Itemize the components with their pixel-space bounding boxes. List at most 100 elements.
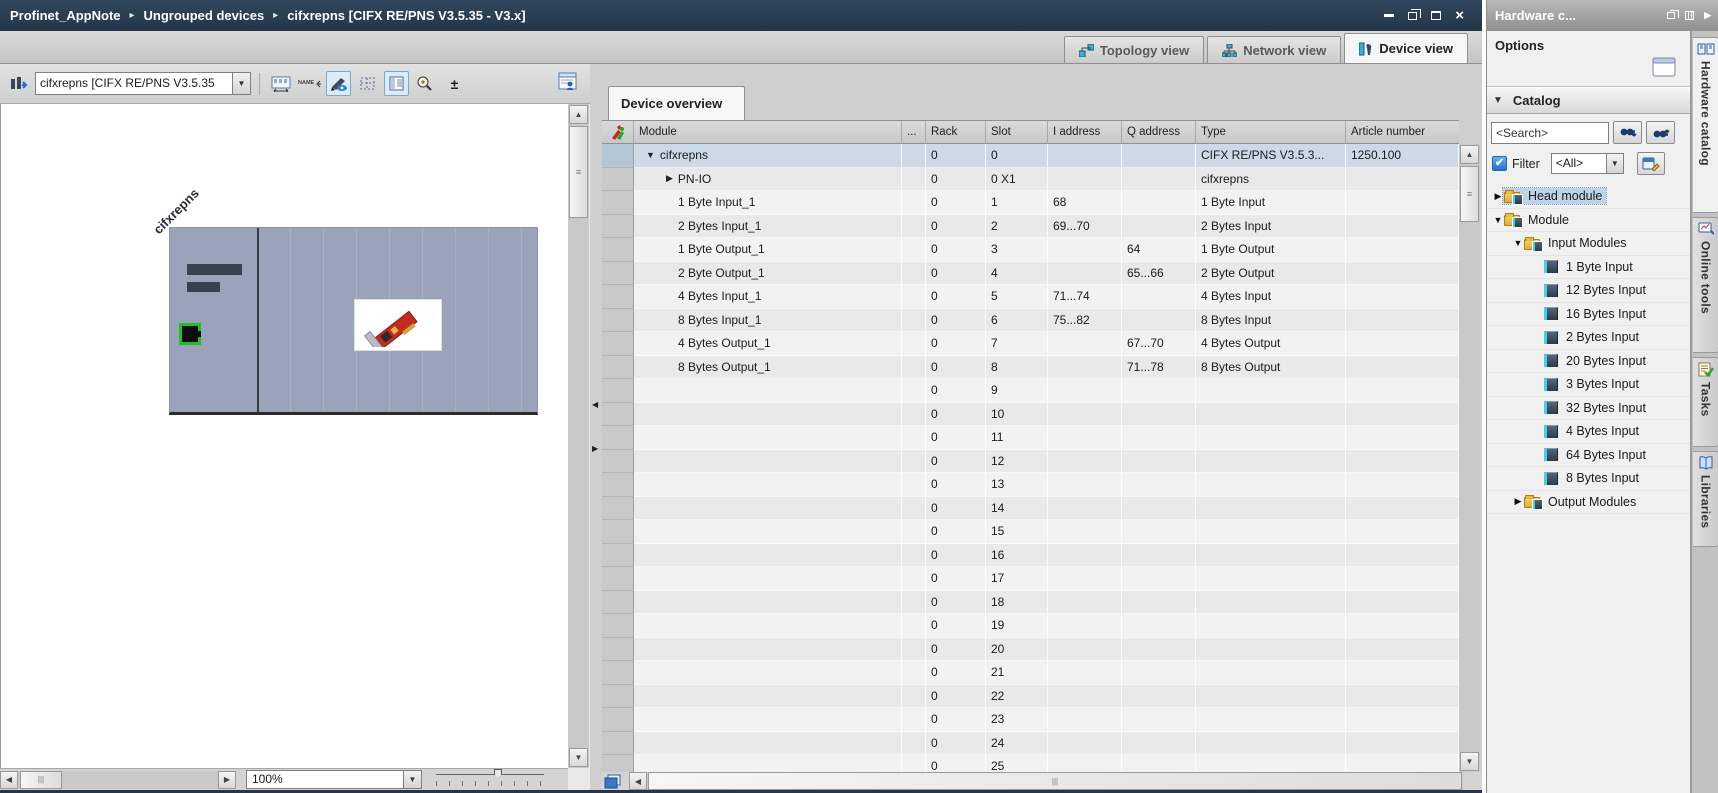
zoom-slider[interactable]	[436, 774, 544, 786]
zoom-fit-icon[interactable]: ±	[442, 71, 467, 96]
scroll-thumb[interactable]: |||	[20, 771, 62, 789]
collapse-icon[interactable]: ▼	[1493, 215, 1503, 225]
catalog-item-input-modules[interactable]: ▼Input Modules	[1487, 232, 1690, 256]
filter-checkbox[interactable]: ✔	[1492, 156, 1507, 171]
tab-device-view[interactable]: Device view	[1344, 33, 1468, 63]
table-vertical-scrollbar[interactable]: ▲ ≡ ▼	[1459, 144, 1480, 772]
row-selector[interactable]	[602, 473, 634, 497]
row-selector[interactable]	[602, 497, 634, 521]
row-selector[interactable]	[602, 403, 634, 427]
collapse-right-icon[interactable]: ▶	[592, 444, 598, 453]
catalog-item-4-bytes-input[interactable]: 4 Bytes Input	[1487, 420, 1690, 444]
row-selector[interactable]	[602, 638, 634, 662]
expand-icon[interactable]: ▶	[666, 173, 673, 184]
table-row[interactable]: 024	[602, 732, 1459, 756]
collapse-panel-icon[interactable]: ▶	[1704, 10, 1711, 21]
device-selector-value[interactable]: cifxrepns [CIFX RE/PNS V3.5.35	[35, 72, 233, 95]
expand-icon[interactable]: ▶	[1513, 496, 1523, 507]
catalog-item-12-bytes-input[interactable]: 12 Bytes Input	[1487, 279, 1690, 303]
row-selector[interactable]	[602, 685, 634, 709]
device-network-icon[interactable]	[6, 71, 31, 96]
collapse-left-icon[interactable]: ◀	[592, 400, 598, 409]
table-row[interactable]: 013	[602, 473, 1459, 497]
catalog-section-header[interactable]: ▼ Catalog	[1487, 87, 1690, 114]
zoom-slider-handle[interactable]	[494, 769, 502, 778]
row-selector[interactable]	[602, 168, 634, 192]
search-up-icon[interactable]	[1646, 121, 1675, 144]
breadcrumb-device[interactable]: cifxrepns [CIFX RE/PNS V3.5.35 - V3.x]	[287, 8, 525, 23]
device-rack[interactable]	[169, 227, 538, 415]
row-selector[interactable]	[602, 356, 634, 380]
row-selector[interactable]	[602, 285, 634, 309]
collapse-icon[interactable]: ▼	[1513, 238, 1523, 248]
column-header-slot[interactable]: Slot	[986, 121, 1048, 144]
catalog-item-20-bytes-input[interactable]: 20 Bytes Input	[1487, 350, 1690, 374]
table-row[interactable]: 011	[602, 426, 1459, 450]
side-tab-hardware-catalog[interactable]: Hardware catalog	[1693, 37, 1718, 213]
area-width-icon[interactable]	[268, 71, 293, 96]
table-row[interactable]: 8 Bytes Output_10871...788 Bytes Output	[602, 356, 1459, 380]
table-row[interactable]: 2 Byte Output_10465...662 Byte Output	[602, 262, 1459, 286]
scroll-up-icon[interactable]: ▲	[569, 105, 588, 124]
tab-network-view[interactable]: Network view	[1207, 36, 1341, 63]
row-selector[interactable]	[602, 238, 634, 262]
table-row[interactable]: 014	[602, 497, 1459, 521]
row-selector[interactable]	[602, 708, 634, 732]
grid-icon[interactable]	[355, 71, 380, 96]
catalog-item-output-modules[interactable]: ▶Output Modules	[1487, 491, 1690, 515]
breadcrumb-project[interactable]: Profinet_AppNote	[10, 8, 121, 23]
table-row[interactable]: 1 Byte Output_103641 Byte Output	[602, 238, 1459, 262]
row-selector[interactable]	[602, 426, 634, 450]
device-selector-dropdown-icon[interactable]: ▼	[233, 72, 251, 95]
scroll-left-icon[interactable]: ◀	[0, 771, 18, 789]
row-selector[interactable]	[602, 567, 634, 591]
column-header-module[interactable]: Module	[634, 121, 902, 144]
catalog-item-3-bytes-input[interactable]: 3 Bytes Input	[1487, 373, 1690, 397]
table-row[interactable]: 015	[602, 520, 1459, 544]
row-selector[interactable]	[602, 215, 634, 239]
catalog-item-module[interactable]: ▼Module	[1487, 209, 1690, 233]
expand-icon[interactable]: ▶	[1493, 191, 1503, 202]
table-row[interactable]: 017	[602, 567, 1459, 591]
highlight-io-icon[interactable]	[326, 71, 351, 96]
zoom-in-icon[interactable]	[413, 71, 438, 96]
column-header-qaddress[interactable]: Q address	[1122, 121, 1196, 144]
row-selector[interactable]	[602, 262, 634, 286]
maximize-icon[interactable]	[1431, 11, 1441, 20]
row-selector[interactable]	[602, 520, 634, 544]
column-header-type[interactable]: Type	[1196, 121, 1346, 144]
table-row[interactable]: 020	[602, 638, 1459, 662]
tab-device-overview[interactable]: Device overview	[608, 86, 745, 120]
restore-icon[interactable]	[1408, 12, 1417, 20]
filter-dropdown-icon[interactable]: ▼	[1607, 153, 1624, 174]
table-row[interactable]: 2 Bytes Input_10269...702 Bytes Input	[602, 215, 1459, 239]
canvas-vertical-scrollbar[interactable]: ▲ ≡ ▼	[568, 104, 589, 768]
row-selector[interactable]	[602, 332, 634, 356]
table-row[interactable]: 010	[602, 403, 1459, 427]
table-row[interactable]: 022	[602, 685, 1459, 709]
cifx-card-image[interactable]	[354, 299, 442, 351]
row-selector[interactable]	[602, 450, 634, 474]
show-labels-icon[interactable]: NAME	[297, 71, 322, 96]
table-row[interactable]: ▼cifxrepns00CIFX RE/PNS V3.5.3...1250.10…	[602, 144, 1459, 168]
scroll-left-icon[interactable]: ◀	[629, 772, 647, 790]
row-selector[interactable]	[602, 544, 634, 568]
table-row[interactable]: 021	[602, 661, 1459, 685]
filter-select-value[interactable]: <All>	[1551, 153, 1607, 174]
scroll-thumb[interactable]: ≡	[569, 126, 588, 218]
collapse-icon[interactable]: ▼	[646, 150, 655, 160]
close-icon[interactable]: ×	[1455, 11, 1464, 21]
table-row[interactable]: 8 Bytes Input_10675...828 Bytes Input	[602, 309, 1459, 333]
search-input[interactable]	[1491, 122, 1609, 144]
side-tab-tasks[interactable]: Tasks	[1693, 357, 1718, 447]
table-row[interactable]: 019	[602, 614, 1459, 638]
breadcrumb-group[interactable]: Ungrouped devices	[144, 8, 265, 23]
row-selector[interactable]	[602, 379, 634, 403]
table-row[interactable]: 09	[602, 379, 1459, 403]
device-canvas[interactable]: cifxrepns	[0, 104, 568, 768]
zoom-level-value[interactable]: 100%	[246, 770, 404, 789]
scroll-down-icon[interactable]: ▼	[1460, 752, 1479, 771]
row-selector[interactable]	[602, 309, 634, 333]
table-row[interactable]: 4 Bytes Output_10767...704 Bytes Output	[602, 332, 1459, 356]
pane-mode-icon[interactable]	[604, 774, 621, 789]
